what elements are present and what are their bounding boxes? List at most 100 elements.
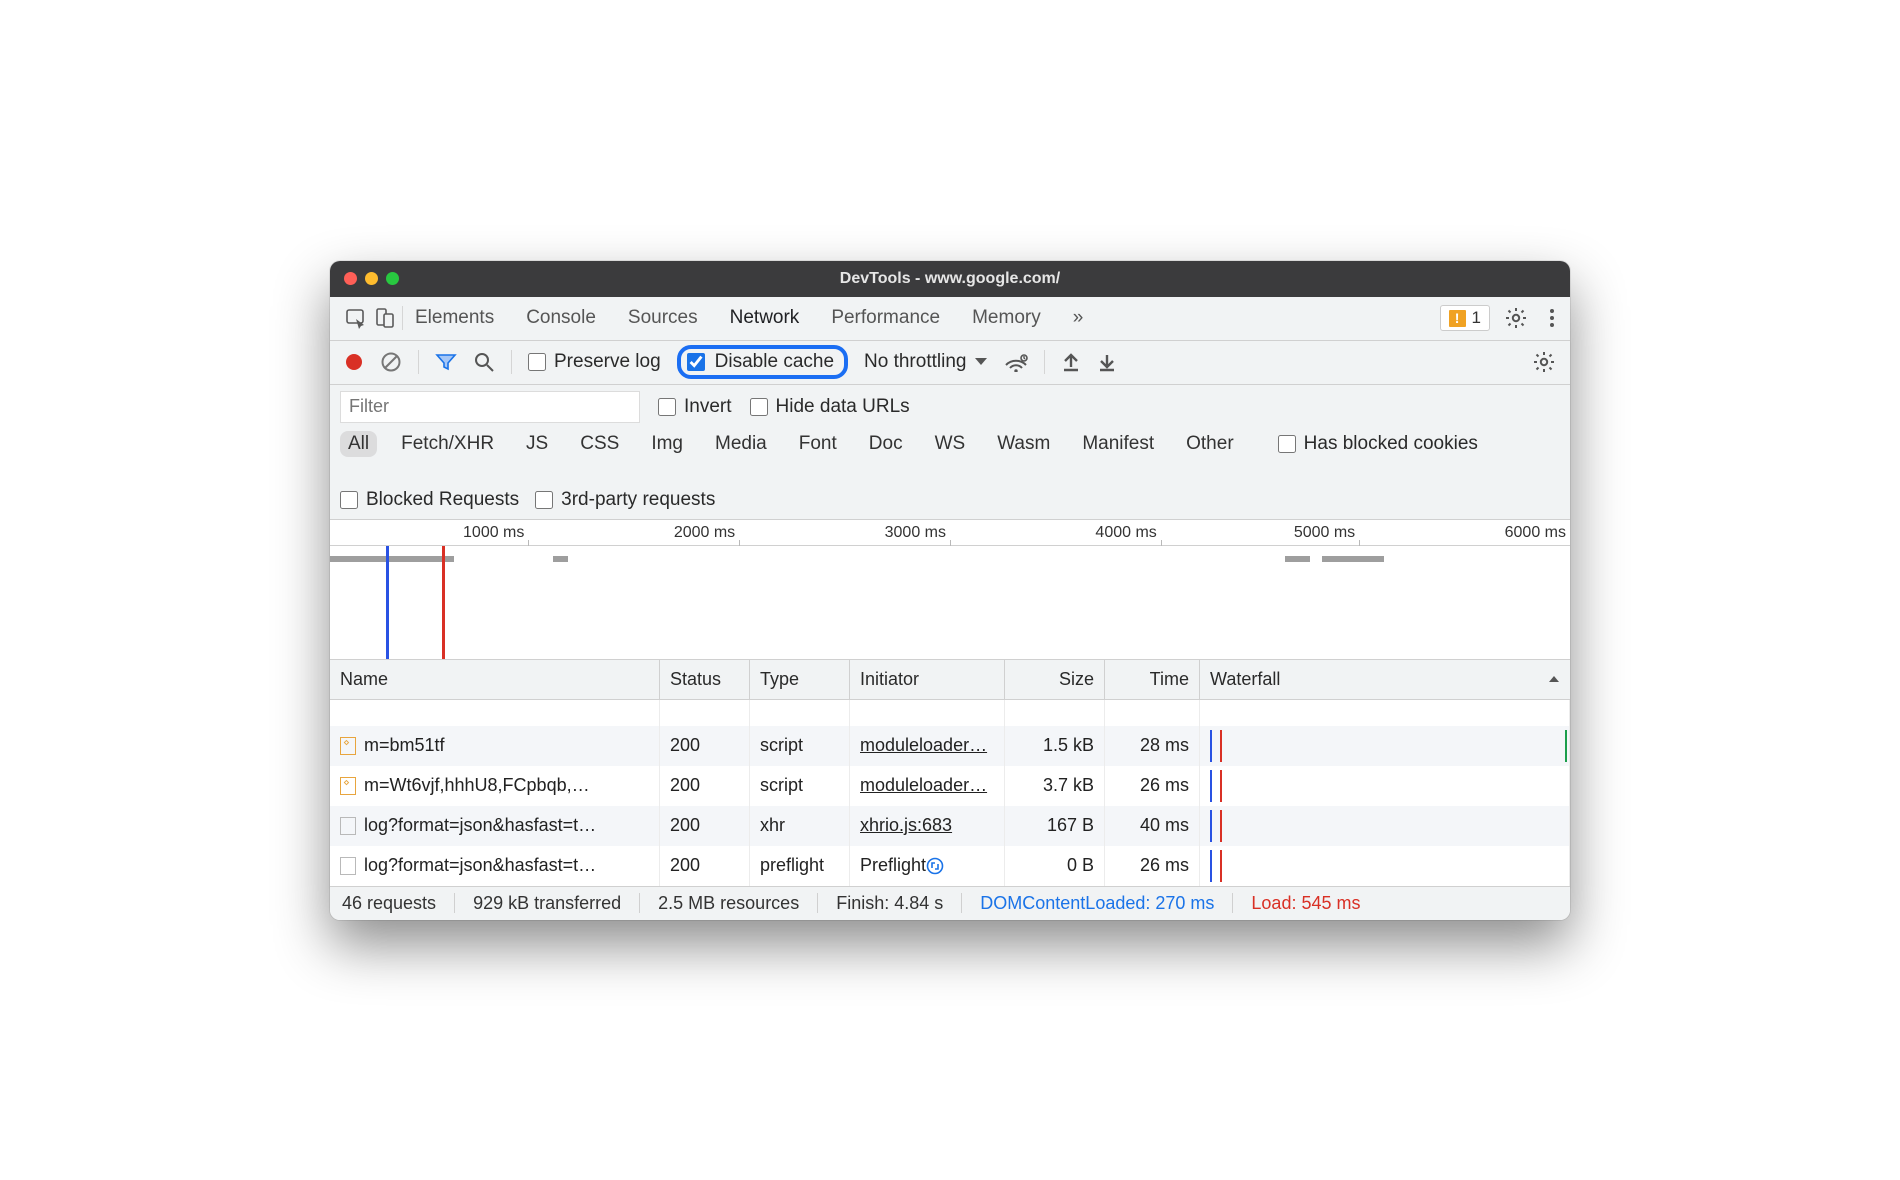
- fullscreen-window-button[interactable]: [386, 272, 399, 285]
- has-blocked-cookies-checkbox[interactable]: Has blocked cookies: [1278, 433, 1478, 455]
- column-initiator[interactable]: Initiator: [850, 660, 1005, 699]
- third-party-checkbox[interactable]: 3rd-party requests: [535, 489, 715, 511]
- record-button[interactable]: [344, 352, 364, 372]
- type-chip-fetchxhr[interactable]: Fetch/XHR: [393, 431, 502, 457]
- type-chip-ws[interactable]: WS: [927, 431, 974, 457]
- device-toolbar-icon[interactable]: [372, 306, 396, 330]
- clear-button[interactable]: [380, 351, 402, 373]
- column-size[interactable]: Size: [1005, 660, 1105, 699]
- request-size: 3.7 kB: [1005, 766, 1105, 806]
- devtools-window: DevTools - www.google.com/ Elements Cons…: [330, 261, 1570, 920]
- request-status: 200: [660, 766, 750, 806]
- type-chip-media[interactable]: Media: [707, 431, 775, 457]
- request-row[interactable]: log?format=json&hasfast=t… 200 xhr xhrio…: [330, 806, 1570, 846]
- disable-cache-input[interactable]: [687, 353, 705, 371]
- preserve-log-label: Preserve log: [554, 351, 661, 373]
- tick: 2000 ms: [674, 524, 739, 542]
- hide-data-urls-checkbox[interactable]: Hide data URLs: [750, 396, 910, 418]
- type-chip-font[interactable]: Font: [791, 431, 845, 457]
- request-row[interactable]: log?format=json&hasfast=t… 200 preflight…: [330, 846, 1570, 886]
- settings-icon[interactable]: [1504, 306, 1528, 330]
- column-waterfall[interactable]: Waterfall: [1200, 660, 1570, 699]
- request-initiator-link[interactable]: moduleloader…: [860, 775, 987, 796]
- has-blocked-cookies-label: Has blocked cookies: [1304, 433, 1478, 455]
- type-chip-manifest[interactable]: Manifest: [1074, 431, 1162, 457]
- divider: [418, 350, 419, 374]
- third-party-label: 3rd-party requests: [561, 489, 715, 511]
- filter-input[interactable]: [340, 391, 640, 423]
- request-time: 40 ms: [1105, 806, 1200, 846]
- blocked-requests-checkbox[interactable]: Blocked Requests: [340, 489, 519, 511]
- type-chip-js[interactable]: JS: [518, 431, 556, 457]
- type-chip-img[interactable]: Img: [643, 431, 691, 457]
- minimize-window-button[interactable]: [365, 272, 378, 285]
- timeline-activity: [1322, 556, 1384, 562]
- timeline-ruler: 1000 ms 2000 ms 3000 ms 4000 ms 5000 ms …: [330, 520, 1570, 546]
- request-type: preflight: [750, 846, 850, 886]
- column-time[interactable]: Time: [1105, 660, 1200, 699]
- inspect-element-icon[interactable]: [344, 306, 368, 330]
- search-icon[interactable]: [473, 351, 495, 373]
- titlebar: DevTools - www.google.com/: [330, 261, 1570, 297]
- type-filter-bar: All Fetch/XHR JS CSS Img Media Font Doc …: [330, 423, 1570, 520]
- invert-checkbox[interactable]: Invert: [658, 396, 732, 418]
- column-status[interactable]: Status: [660, 660, 750, 699]
- request-time: 28 ms: [1105, 726, 1200, 766]
- tabs-overflow[interactable]: »: [1071, 299, 1086, 337]
- request-initiator-link[interactable]: moduleloader…: [860, 735, 987, 756]
- request-name: log?format=json&hasfast=t…: [364, 815, 596, 836]
- upload-har-icon[interactable]: [1061, 351, 1081, 373]
- request-row[interactable]: m=Wt6vjf,hhhU8,FCpbqb,… 200 script modul…: [330, 766, 1570, 806]
- type-chip-all[interactable]: All: [340, 431, 377, 457]
- waterfall-cell: [1200, 726, 1570, 766]
- chevron-down-icon: [974, 357, 988, 367]
- tab-console[interactable]: Console: [524, 299, 598, 337]
- issues-badge[interactable]: ! 1: [1440, 305, 1490, 331]
- column-type[interactable]: Type: [750, 660, 850, 699]
- request-row[interactable]: m=bm51tf 200 script moduleloader… 1.5 kB…: [330, 726, 1570, 766]
- request-initiator-link[interactable]: xhrio.js:683: [860, 815, 952, 836]
- type-chip-wasm[interactable]: Wasm: [989, 431, 1058, 457]
- status-transferred: 929 kB transferred: [473, 893, 621, 914]
- tab-elements[interactable]: Elements: [413, 299, 496, 337]
- throttling-dropdown[interactable]: No throttling: [864, 351, 988, 373]
- type-chip-other[interactable]: Other: [1178, 431, 1242, 457]
- download-har-icon[interactable]: [1097, 351, 1117, 373]
- preserve-log-checkbox[interactable]: Preserve log: [528, 351, 661, 373]
- request-time: 26 ms: [1105, 766, 1200, 806]
- request-status: 200: [660, 846, 750, 886]
- load-marker: [442, 546, 445, 659]
- request-name: m=Wt6vjf,hhhU8,FCpbqb,…: [364, 775, 590, 796]
- panel-settings-icon[interactable]: [1532, 350, 1556, 374]
- tick: 1000 ms: [463, 524, 528, 542]
- type-chip-doc[interactable]: Doc: [861, 431, 911, 457]
- request-time: 26 ms: [1105, 846, 1200, 886]
- network-toolbar: Preserve log Disable cache No throttling: [330, 341, 1570, 385]
- status-finish: Finish: 4.84 s: [836, 893, 943, 914]
- tab-network[interactable]: Network: [728, 299, 802, 337]
- disable-cache-label: Disable cache: [715, 351, 834, 373]
- request-size: 1.5 kB: [1005, 726, 1105, 766]
- overview-timeline[interactable]: 1000 ms 2000 ms 3000 ms 4000 ms 5000 ms …: [330, 520, 1570, 660]
- network-conditions-icon[interactable]: [1004, 352, 1028, 372]
- status-bar: 46 requests 929 kB transferred 2.5 MB re…: [330, 886, 1570, 920]
- request-status: 200: [660, 806, 750, 846]
- timeline-activity: [553, 556, 568, 562]
- script-file-icon: [340, 777, 356, 795]
- close-window-button[interactable]: [344, 272, 357, 285]
- filter-icon[interactable]: [435, 351, 457, 373]
- filter-bar: Invert Hide data URLs: [330, 385, 1570, 423]
- disable-cache-checkbox[interactable]: Disable cache: [687, 351, 834, 373]
- column-name[interactable]: Name: [330, 660, 660, 699]
- type-chip-css[interactable]: CSS: [572, 431, 627, 457]
- generic-file-icon: [340, 857, 356, 875]
- more-icon[interactable]: [1542, 306, 1562, 330]
- window-title: DevTools - www.google.com/: [330, 270, 1570, 288]
- tab-memory[interactable]: Memory: [970, 299, 1043, 337]
- warning-icon: !: [1449, 310, 1466, 327]
- tab-sources[interactable]: Sources: [626, 299, 700, 337]
- request-size: 167 B: [1005, 806, 1105, 846]
- request-size: 0 B: [1005, 846, 1105, 886]
- preserve-log-input[interactable]: [528, 353, 546, 371]
- tab-performance[interactable]: Performance: [829, 299, 942, 337]
